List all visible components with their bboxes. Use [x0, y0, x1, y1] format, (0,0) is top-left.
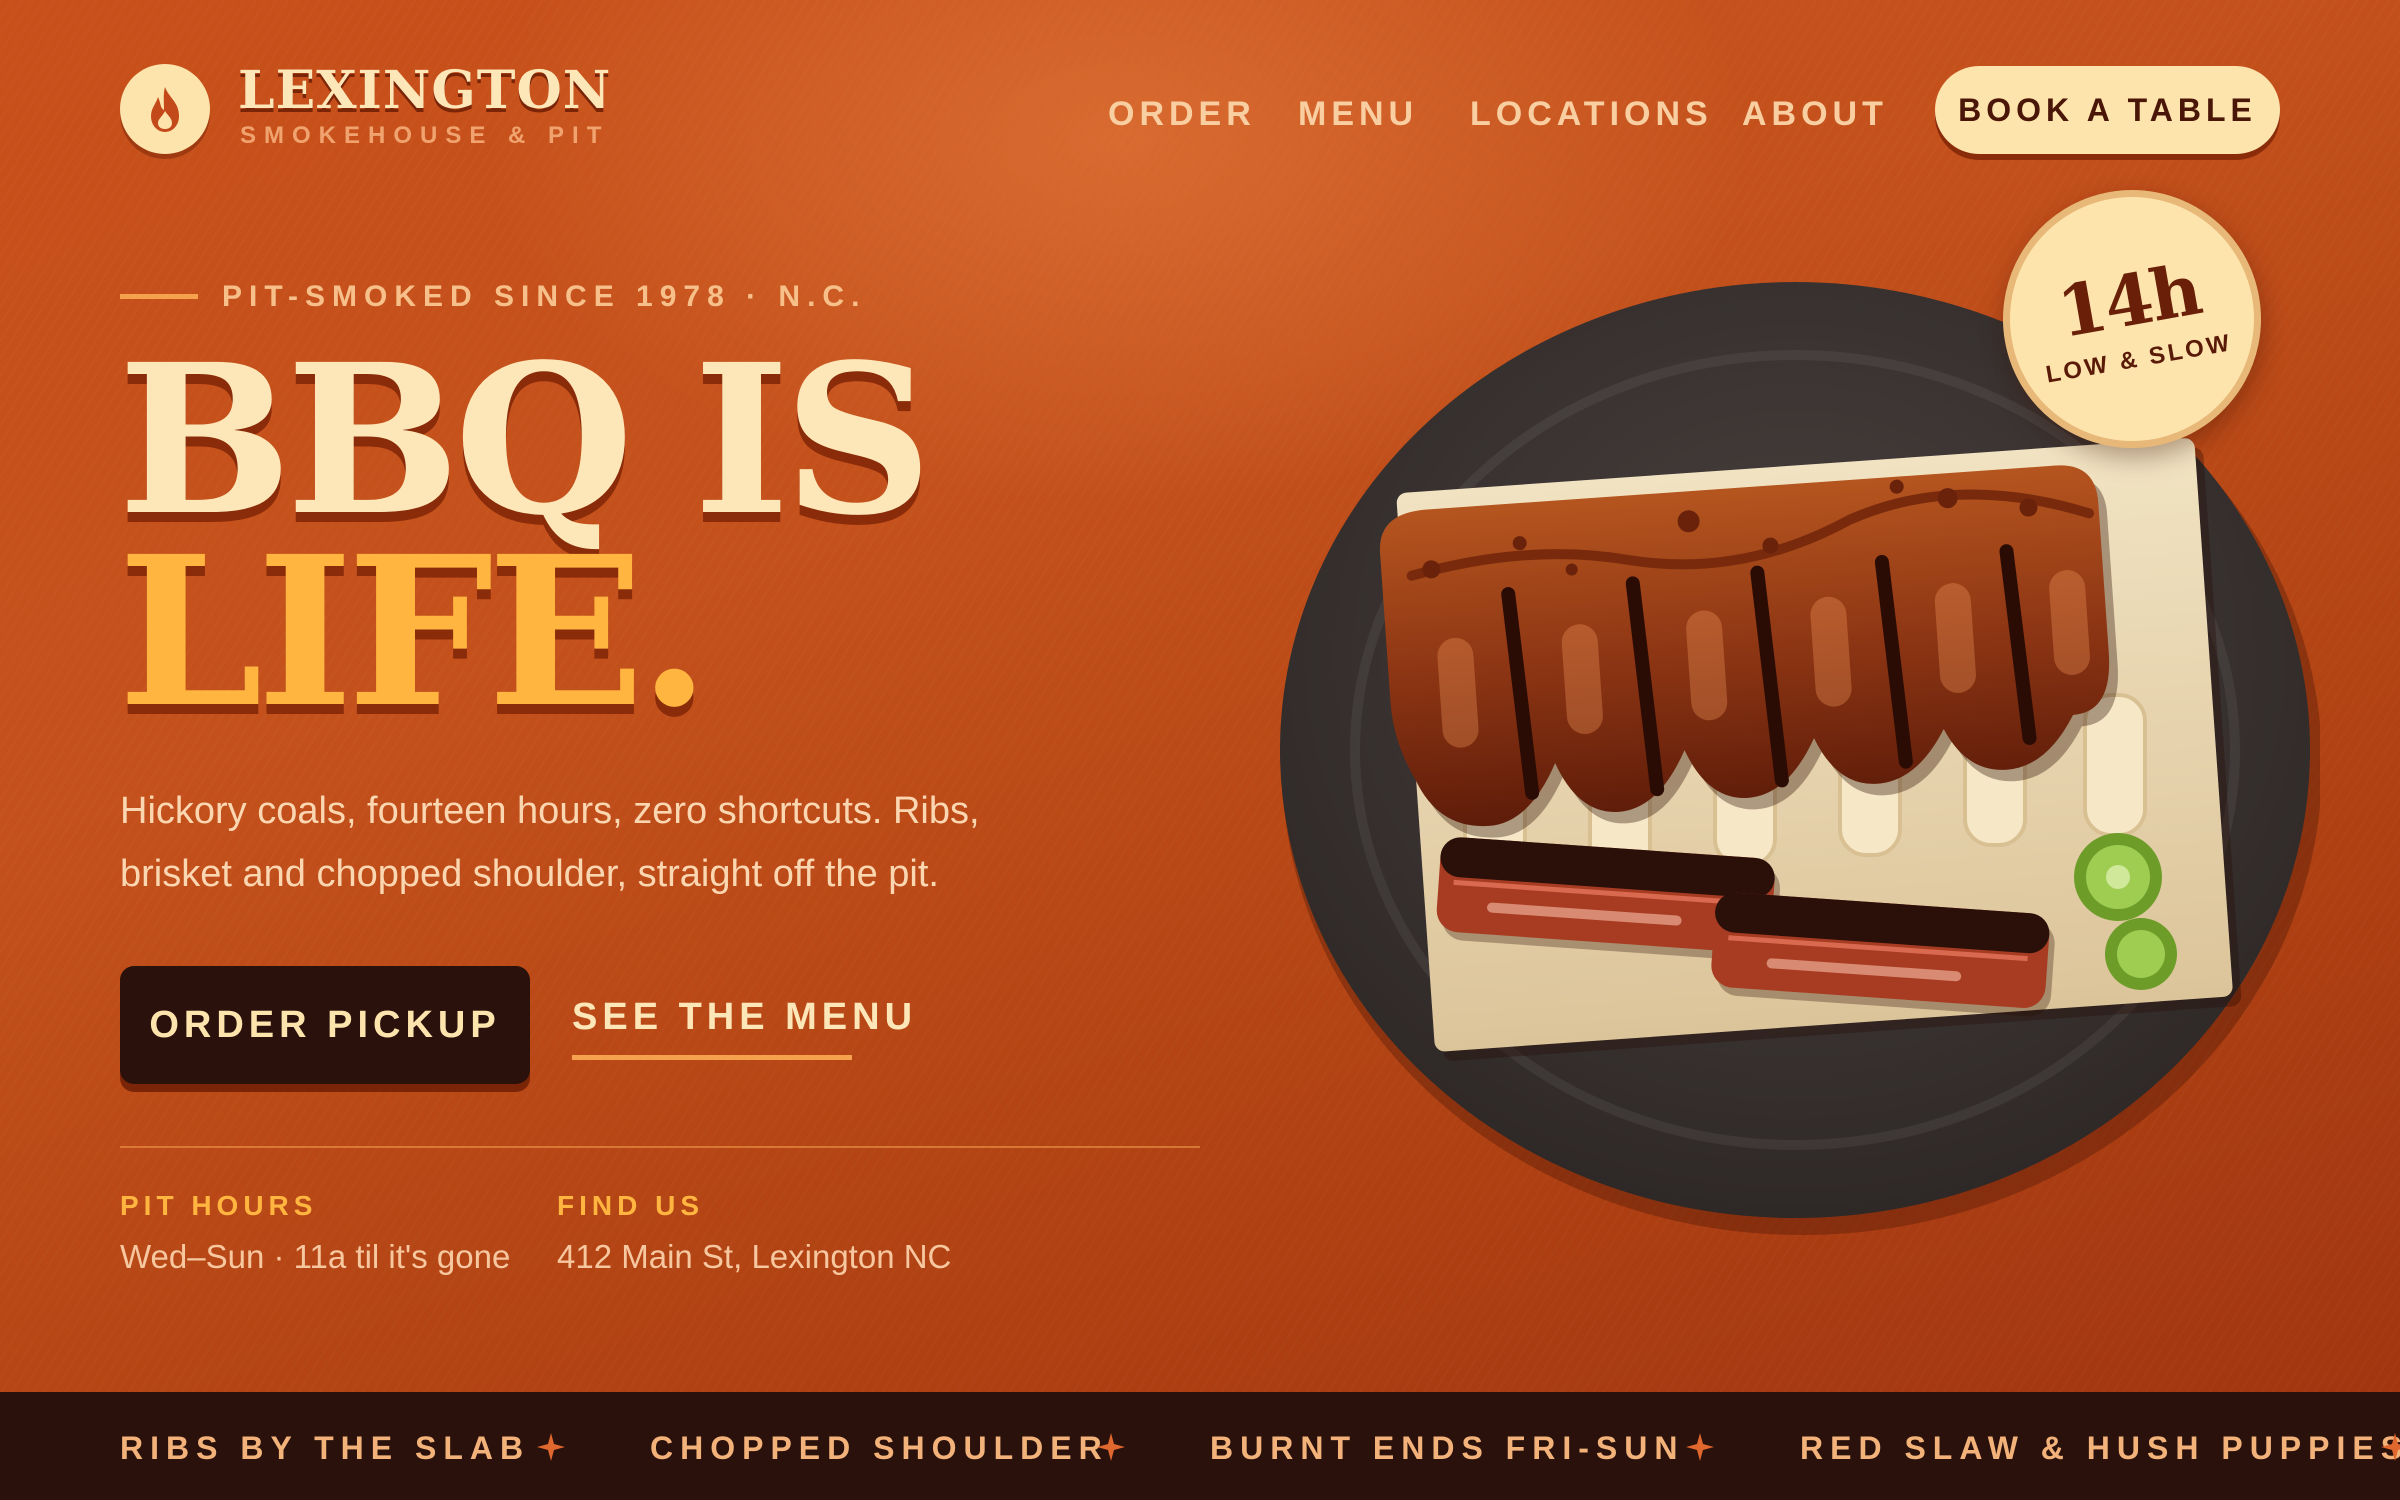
eyebrow-text: PIT-SMOKED SINCE 1978 · N.C.: [222, 280, 867, 313]
see-the-menu-link[interactable]: SEE THE MENU: [572, 996, 912, 1060]
ticker-item: RED SLAW & HUSH PUPPIES: [1800, 1430, 2400, 1466]
pit-hours-label: PIT HOURS: [120, 1190, 318, 1221]
logo-mark[interactable]: [120, 64, 210, 154]
find-us-label: FIND US: [557, 1190, 704, 1221]
star-icon: [537, 1433, 565, 1461]
star-icon: [2381, 1433, 2400, 1461]
order-pickup-button[interactable]: ORDER PICKUP: [120, 966, 530, 1084]
headline-line-1: BBQ IS: [118, 319, 933, 561]
nav-order[interactable]: ORDER: [1108, 94, 1256, 134]
book-a-table-button[interactable]: BOOK A TABLE: [1935, 66, 2280, 154]
flame-icon: [151, 87, 179, 132]
ticker-item: CHOPPED SHOULDER: [650, 1430, 1109, 1466]
badge-value: 14h: [2051, 247, 2207, 355]
hero-description: Hickory coals, fourteen hours, zero shor…: [120, 790, 980, 895]
nav-menu[interactable]: MENU: [1298, 94, 1418, 134]
nav-locations[interactable]: LOCATIONS: [1470, 94, 1713, 134]
star-icon: [1686, 1433, 1714, 1461]
ticker-bar: RIBS BY THE SLAB CHOPPED SHOULDER BURNT …: [0, 1392, 2400, 1500]
eyebrow-rule: [120, 294, 198, 299]
ticker-item: RIBS BY THE SLAB: [120, 1430, 531, 1466]
star-icon: [1097, 1433, 1125, 1461]
divider: [120, 1146, 1200, 1148]
brand-name[interactable]: LEXINGTON: [238, 60, 611, 121]
landing-page: LEXINGTON SMOKEHOUSE & PIT ORDER MENU LO…: [0, 0, 2400, 1500]
find-us-value[interactable]: 412 Main St, Lexington NC: [557, 1238, 951, 1276]
headline-line-2: LIFE.: [118, 511, 710, 753]
pit-hours-value: Wed–Sun · 11a til it's gone: [120, 1238, 511, 1275]
ticker-item: BURNT ENDS FRI-SUN: [1210, 1430, 1685, 1466]
nav-about[interactable]: ABOUT: [1742, 94, 1888, 134]
brand-subtitle: SMOKEHOUSE & PIT: [240, 122, 610, 149]
